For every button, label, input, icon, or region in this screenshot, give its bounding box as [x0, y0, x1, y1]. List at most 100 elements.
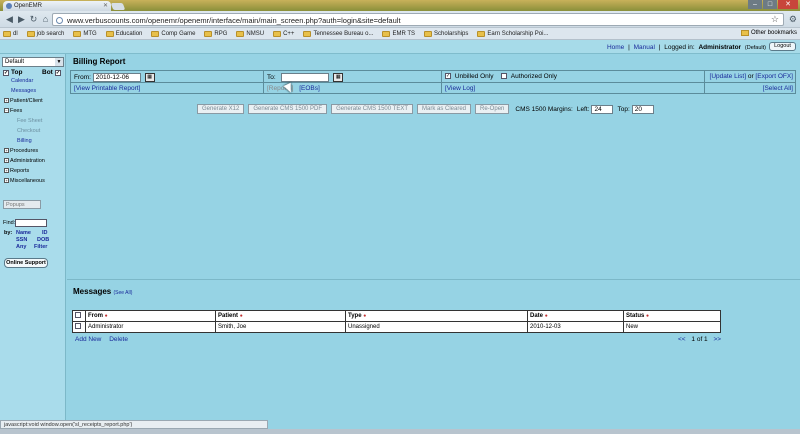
bot-label: Bot — [42, 69, 53, 76]
col-date[interactable]: Date ● — [527, 310, 624, 322]
view-log-link[interactable]: [View Log] — [445, 85, 475, 92]
bot-frame-toggle[interactable]: Bot ✓ — [42, 69, 63, 76]
reload-icon[interactable]: ↻ — [28, 14, 39, 25]
url-text: www.verbuscounts.com/openemr/openemr/int… — [67, 16, 401, 25]
authorized-only-checkbox[interactable] — [501, 73, 508, 80]
top-checkbox[interactable]: ✓ — [3, 69, 9, 76]
bookmark-item[interactable]: Comp Game — [151, 30, 195, 37]
address-bar[interactable]: www.verbuscounts.com/openemr/openemr/int… — [52, 13, 784, 26]
eobs-link[interactable]: [EOBs] — [299, 85, 320, 92]
from-date-input[interactable]: 2010-12-06 — [92, 73, 141, 82]
bot-checkbox[interactable]: ✓ — [54, 69, 61, 76]
see-all-link[interactable]: (See All) — [113, 290, 132, 296]
left-margin-input[interactable]: 24 — [591, 104, 614, 114]
nav-checkout[interactable]: Checkout — [17, 128, 40, 134]
top-margin-input[interactable]: 20 — [631, 104, 654, 114]
pager-next-link[interactable]: >> — [713, 336, 721, 343]
cell-status[interactable]: New — [623, 321, 721, 333]
bookmark-item[interactable]: job search — [26, 30, 64, 37]
window-close-icon[interactable]: ✕ — [778, 0, 798, 9]
maximize-icon[interactable]: □ — [763, 0, 777, 9]
filter-options-cell: ✓ Unbilled Only Authorized Only — [442, 71, 705, 83]
pager-prev-link[interactable]: << — [678, 336, 686, 343]
forward-arrow-icon[interactable]: ▶ — [16, 14, 27, 25]
back-arrow-icon[interactable]: ◀ — [4, 14, 15, 25]
bookmark-star-icon[interactable]: ☆ — [771, 14, 779, 25]
table-row[interactable]: Administrator Smith, Joe Unassigned 2010… — [72, 321, 721, 333]
home-link[interactable]: Home — [607, 44, 624, 51]
logout-button[interactable]: Logout — [769, 42, 796, 51]
search-by-id[interactable]: ID — [42, 230, 48, 236]
popups-select[interactable]: Popups — [3, 200, 41, 209]
add-new-link[interactable]: Add New — [75, 336, 101, 343]
sort-icon: ● — [646, 313, 650, 319]
find-input[interactable] — [15, 219, 47, 227]
search-by-filter[interactable]: Filter — [34, 244, 47, 250]
bookmark-item[interactable]: Education — [105, 30, 142, 37]
nav-fees[interactable]: − Fees — [4, 108, 22, 114]
nav-administration[interactable]: + Administration — [4, 158, 45, 164]
online-support-button[interactable]: Online Support — [4, 258, 48, 268]
cell-patient[interactable]: Smith, Joe — [215, 321, 346, 333]
re-open-button[interactable]: Re-Open — [475, 104, 510, 114]
other-bookmarks[interactable]: Other bookmarks — [740, 30, 797, 36]
nav-procedures[interactable]: + Procedures — [4, 148, 38, 154]
bookmark-item[interactable]: EMR TS — [382, 30, 416, 37]
bookmark-label: EMR TS — [392, 30, 416, 37]
home-icon[interactable]: ⌂ — [40, 14, 51, 25]
delete-link[interactable]: Delete — [109, 336, 128, 343]
tab-close-icon[interactable]: ✕ — [103, 2, 108, 9]
generate-x12-button[interactable]: Generate X12 — [197, 104, 245, 114]
bookmark-item[interactable]: Earn Scholarship Poi... — [477, 30, 548, 37]
folder-icon — [26, 30, 35, 37]
folder-icon — [273, 30, 282, 37]
browser-tab[interactable]: OpenEMR ✕ — [3, 1, 111, 11]
col-patient[interactable]: Patient ● — [215, 310, 346, 322]
search-by-name[interactable]: Name — [16, 230, 31, 236]
nav-billing[interactable]: Billing — [17, 138, 32, 144]
billing-action-buttons: Generate X12 Generate CMS 1500 PDF Gener… — [197, 104, 658, 114]
cell-from[interactable]: Administrator — [85, 321, 216, 333]
select-all-link[interactable]: [Select All] — [763, 85, 793, 92]
folder-icon — [236, 30, 245, 37]
nav-messages[interactable]: Messages — [11, 88, 36, 94]
nav-select[interactable]: Default ▼ — [2, 57, 64, 67]
row-checkbox[interactable] — [75, 323, 81, 329]
nav-miscellaneous[interactable]: + Miscellaneous — [4, 178, 45, 184]
select-all-checkbox[interactable] — [75, 312, 81, 318]
search-by-ssn[interactable]: SSN — [16, 237, 27, 243]
bookmark-item[interactable]: Tennessee Bureau o... — [303, 30, 373, 37]
update-list-link[interactable]: [Update List] — [710, 73, 747, 80]
to-date-input[interactable] — [281, 73, 330, 82]
calendar-icon[interactable]: ▦ — [333, 73, 344, 82]
bookmark-item[interactable]: C++ — [273, 30, 294, 37]
col-from[interactable]: From ● — [85, 310, 216, 322]
new-tab-button[interactable] — [110, 3, 126, 10]
cell-type[interactable]: Unassigned — [345, 321, 528, 333]
search-by-any[interactable]: Any — [16, 244, 26, 250]
nav-fee-sheet[interactable]: Fee Sheet — [17, 118, 42, 124]
nav-patient-client[interactable]: + Patient/Client — [4, 98, 43, 104]
generate-cms-pdf-button[interactable]: Generate CMS 1500 PDF — [248, 104, 328, 114]
unbilled-only-checkbox[interactable]: ✓ — [445, 73, 451, 80]
bookmark-item[interactable]: NMSU — [236, 30, 264, 37]
export-ofx-link[interactable]: [Export OFX] — [755, 73, 793, 80]
generate-cms-text-button[interactable]: Generate CMS 1500 TEXT — [331, 104, 413, 114]
search-by-dob[interactable]: DOB — [37, 237, 49, 243]
col-type[interactable]: Type ● — [345, 310, 528, 322]
bookmark-item[interactable]: dl — [3, 30, 18, 37]
col-status[interactable]: Status ● — [623, 310, 721, 322]
manual-link[interactable]: Manual — [634, 44, 655, 51]
calendar-icon[interactable]: ▦ — [144, 73, 155, 82]
bookmark-item[interactable]: Scholarships — [424, 30, 468, 37]
view-printable-report-link[interactable]: [View Printable Report] — [74, 85, 140, 92]
wrench-icon[interactable]: ⚙ — [789, 14, 797, 25]
bookmark-item[interactable]: MTG — [73, 30, 97, 37]
nav-reports[interactable]: + Reports — [4, 168, 29, 174]
mark-as-cleared-button[interactable]: Mark as Cleared — [417, 104, 472, 114]
bookmark-item[interactable]: RPG — [204, 30, 227, 37]
top-frame-toggle[interactable]: ✓ Top — [3, 69, 22, 76]
minimize-icon[interactable]: – — [748, 0, 762, 9]
nav-calendar[interactable]: Calendar — [11, 78, 33, 84]
cell-date[interactable]: 2010-12-03 — [527, 321, 624, 333]
